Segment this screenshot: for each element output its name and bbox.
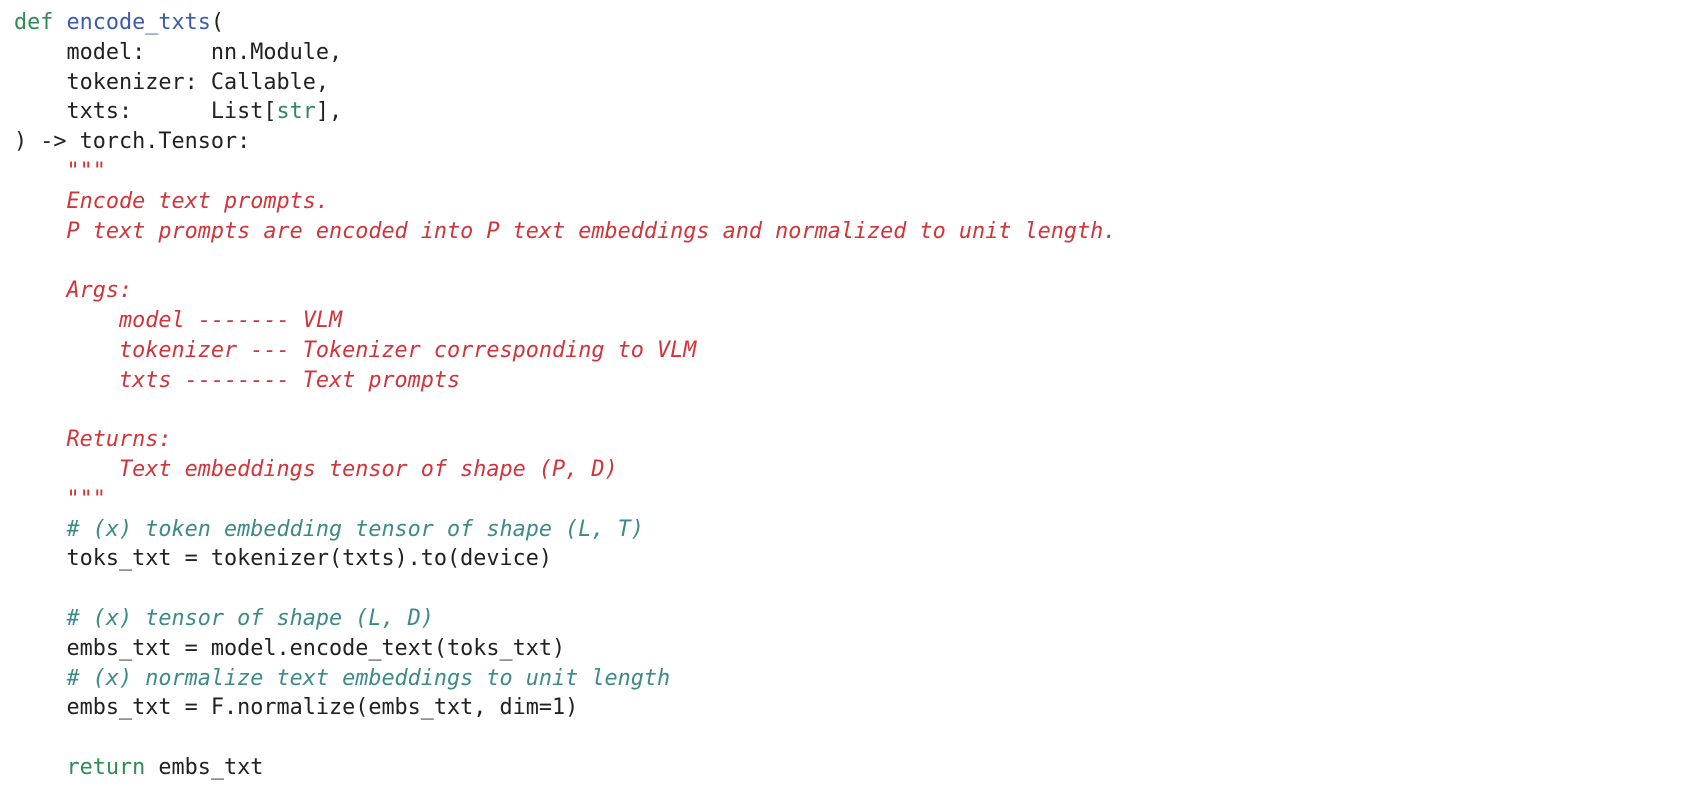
docstring-token: model ------- VLM <box>14 307 343 333</box>
code-token: ( <box>210 10 224 35</box>
code-listing: def encode_txts( model: nn.Module, token… <box>14 8 1116 783</box>
code-line: model: nn.Module, <box>14 38 1116 68</box>
code-line: txts: List[str], <box>14 97 1116 127</box>
code-token: embs_txt = model.encode_text(toks_txt) <box>14 635 566 661</box>
code-line: embs_txt = model.encode_text(toks_txt) <box>14 634 1116 664</box>
code-line: # (x) tensor of shape (L, D) <box>14 604 1116 634</box>
comment-token: # (x) normalize text embeddings to unit … <box>14 665 671 691</box>
code-line: Text embeddings tensor of shape (P, D) <box>14 455 1116 485</box>
keyword-token: return <box>66 754 146 780</box>
docstring-token: """ <box>14 486 106 512</box>
code-token: embs_txt <box>145 754 264 780</box>
code-token: txts: List[ <box>14 99 277 125</box>
code-line: # (x) token embedding tensor of shape (L… <box>14 515 1116 545</box>
code-line: tokenizer: Callable, <box>14 68 1116 98</box>
docstring-token: Encode text prompts. <box>14 188 329 214</box>
keyword-token: def <box>14 10 54 35</box>
code-token: model: nn.Module, <box>14 39 343 65</box>
comment-token: # (x) tensor of shape (L, D) <box>14 605 434 631</box>
code-line: return embs_txt <box>14 753 1116 783</box>
code-line: """ <box>14 485 1116 515</box>
code-line: tokenizer --- Tokenizer corresponding to… <box>14 336 1116 366</box>
docstring-token: """ <box>14 158 106 184</box>
code-token: ) -> torch.Tensor: <box>14 129 251 155</box>
builtin-token: str <box>276 99 316 125</box>
docstring-token: Args: <box>14 278 133 304</box>
comment-token: # (x) token embedding tensor of shape (L… <box>14 516 644 542</box>
code-token: ], <box>315 99 343 125</box>
function-name-token: encode_txts <box>66 10 211 35</box>
docstring-token: Returns: <box>14 427 172 453</box>
code-line: Args: <box>14 276 1116 306</box>
code-line: P text prompts are encoded into P text e… <box>14 217 1116 247</box>
code-line: embs_txt = F.normalize(embs_txt, dim=1) <box>14 693 1116 723</box>
docstring-token: P text prompts are encoded into P text e… <box>14 218 1117 244</box>
code-line: model ------- VLM <box>14 306 1116 336</box>
code-line: ) -> torch.Tensor: <box>14 127 1116 157</box>
code-line: # (x) normalize text embeddings to unit … <box>14 664 1116 694</box>
code-line: Encode text prompts. <box>14 187 1116 217</box>
docstring-token: Text embeddings tensor of shape (P, D) <box>14 456 618 482</box>
code-line: toks_txt = tokenizer(txts).to(device) <box>14 544 1116 574</box>
code-line: def encode_txts( <box>14 8 1116 38</box>
docstring-token: tokenizer --- Tokenizer corresponding to… <box>14 337 697 363</box>
code-token: embs_txt = F.normalize(embs_txt, dim=1) <box>14 695 579 721</box>
code-line: Returns: <box>14 425 1116 455</box>
code-token: toks_txt = tokenizer(txts).to(device) <box>14 546 553 572</box>
code-token: tokenizer: Callable, <box>14 69 329 95</box>
code-line: txts -------- Text prompts <box>14 366 1116 396</box>
docstring-token: txts -------- Text prompts <box>14 367 461 393</box>
code-line: """ <box>14 157 1116 187</box>
